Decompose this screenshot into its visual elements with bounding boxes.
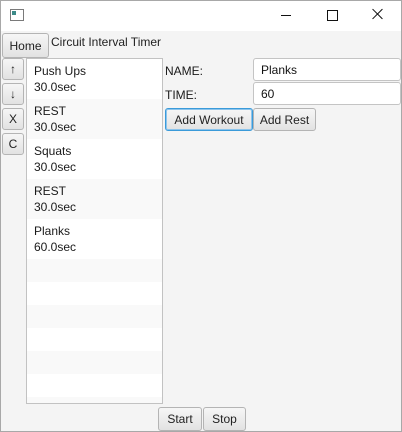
start-button[interactable]: Start xyxy=(158,407,202,431)
list-item[interactable]: Squats 30.0sec xyxy=(27,139,162,179)
list-item-time: 30.0sec xyxy=(34,120,77,134)
list-item-name: Planks xyxy=(34,224,71,238)
minimize-icon xyxy=(281,15,291,16)
app-window: Home Circuit Interval Timer ↑ ↓ X C Push… xyxy=(0,0,402,432)
list-item-time: 60.0sec xyxy=(34,240,77,254)
list-item[interactable]: Planks 60.0sec xyxy=(27,219,162,259)
list-item-name: Squats xyxy=(34,144,72,158)
title-bar xyxy=(1,1,401,31)
home-button[interactable]: Home xyxy=(2,33,49,58)
name-label: NAME: xyxy=(165,64,204,78)
move-down-button[interactable]: ↓ xyxy=(2,83,24,105)
minimize-button[interactable] xyxy=(263,1,309,31)
list-item-name: REST xyxy=(34,184,67,198)
close-icon xyxy=(372,8,384,20)
empty-list-row xyxy=(27,328,162,351)
list-item-time: 30.0sec xyxy=(34,80,77,94)
add-rest-button[interactable]: Add Rest xyxy=(253,108,316,131)
list-item-time: 30.0sec xyxy=(34,200,77,214)
add-workout-button[interactable]: Add Workout xyxy=(165,108,253,131)
empty-list-row xyxy=(27,282,162,305)
stop-button[interactable]: Stop xyxy=(203,407,246,431)
empty-list-row xyxy=(27,305,162,328)
list-item[interactable]: REST 30.0sec xyxy=(27,99,162,139)
close-button[interactable] xyxy=(355,1,401,31)
maximize-icon xyxy=(327,10,338,21)
app-title: Circuit Interval Timer xyxy=(51,35,162,49)
list-item-name: REST xyxy=(34,104,67,118)
list-item-time: 30.0sec xyxy=(34,160,77,174)
empty-list-row xyxy=(27,397,162,403)
empty-list-row xyxy=(27,259,162,282)
move-up-button[interactable]: ↑ xyxy=(2,58,24,80)
name-field[interactable] xyxy=(253,58,401,81)
delete-button[interactable]: X xyxy=(2,108,24,130)
time-label: TIME: xyxy=(165,88,197,102)
list-item-name: Push Ups xyxy=(34,64,87,78)
workout-list[interactable]: Push Ups 30.0sec REST 30.0sec Squats 30.… xyxy=(26,58,163,404)
time-field[interactable] xyxy=(253,82,401,105)
maximize-button[interactable] xyxy=(309,1,355,31)
empty-list-row xyxy=(27,351,162,374)
list-item[interactable]: Push Ups 30.0sec xyxy=(27,59,162,99)
app-icon xyxy=(10,9,24,21)
list-item[interactable]: REST 30.0sec xyxy=(27,179,162,219)
clear-button[interactable]: C xyxy=(2,133,24,155)
empty-list-row xyxy=(27,374,162,397)
